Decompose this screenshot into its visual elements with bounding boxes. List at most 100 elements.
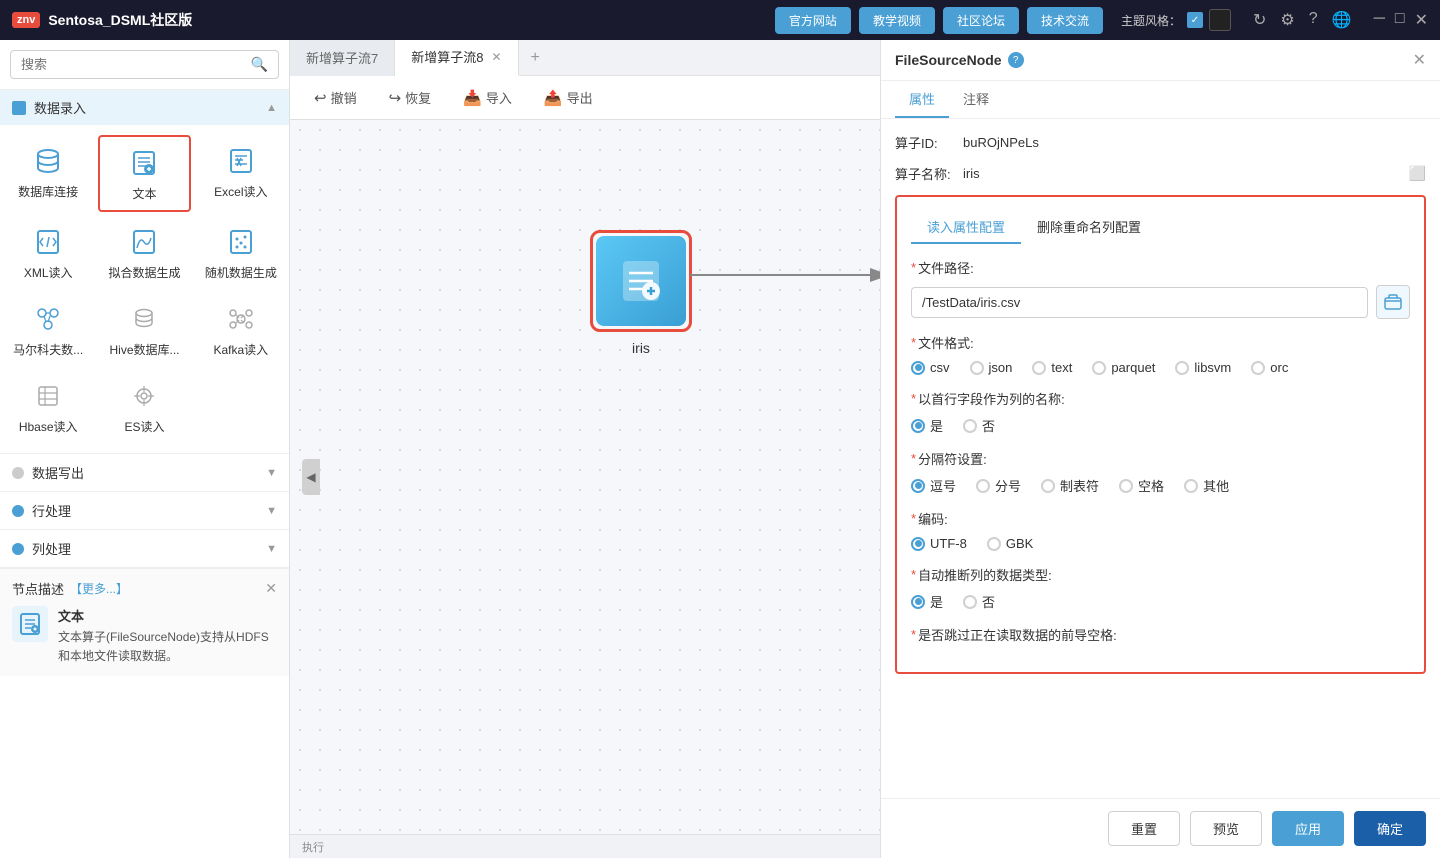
auto-infer-yes[interactable]: 是 <box>911 592 943 611</box>
node-es[interactable]: ES读入 <box>98 370 190 443</box>
node-kafka-icon <box>223 301 259 337</box>
theme-dark-option[interactable] <box>1209 9 1231 31</box>
node-text-label: 文本 <box>132 185 156 202</box>
sep-other-radio[interactable] <box>1184 479 1198 493</box>
sep-semicolon-radio[interactable] <box>976 479 990 493</box>
node-xml-read[interactable]: XML读入 <box>2 216 94 289</box>
enc-utf8-radio[interactable] <box>911 537 925 551</box>
auto-infer-no-radio[interactable] <box>963 595 977 609</box>
maximize-button[interactable]: □ <box>1395 10 1405 30</box>
format-parquet[interactable]: parquet <box>1092 360 1155 375</box>
file-path-label: * 文件路径: <box>911 258 1410 277</box>
preview-button[interactable]: 预览 <box>1190 811 1262 846</box>
category-data-output[interactable]: 数据写出 ▼ <box>0 454 289 492</box>
close-button[interactable]: ✕ <box>1415 10 1428 30</box>
first-row-no[interactable]: 否 <box>963 416 995 435</box>
undo-button[interactable]: ↩ 撤销 <box>306 84 365 111</box>
format-parquet-radio[interactable] <box>1092 361 1106 375</box>
theme-checkbox[interactable]: ✓ <box>1187 12 1203 28</box>
category-row-process[interactable]: 行处理 ▼ <box>0 492 289 530</box>
config-tab-rename-cols[interactable]: 删除重命名列配置 <box>1021 211 1157 244</box>
node-desc-more-link[interactable]: 【更多...】 <box>70 580 128 597</box>
format-text-radio[interactable] <box>1032 361 1046 375</box>
node-hbase[interactable]: Hbase读入 <box>2 370 94 443</box>
node-db-connect[interactable]: 数据库连接 <box>2 135 94 212</box>
node-kafka[interactable]: Kafka读入 <box>195 293 287 366</box>
panel-tab-notes[interactable]: 注释 <box>949 81 1003 118</box>
panel-tab-properties[interactable]: 属性 <box>895 81 949 118</box>
first-row-yes[interactable]: 是 <box>911 416 943 435</box>
enc-utf8-label: UTF-8 <box>930 536 967 551</box>
tab-2[interactable]: 新增算子流8 ✕ <box>395 40 518 76</box>
enc-gbk[interactable]: GBK <box>987 536 1033 551</box>
panel-header: FileSourceNode ? ✕ <box>881 40 1440 81</box>
file-path-input[interactable] <box>911 287 1368 318</box>
format-libsvm-radio[interactable] <box>1175 361 1189 375</box>
tab-1[interactable]: 新增算子流7 <box>290 40 395 76</box>
node-desc-close-icon[interactable]: ✕ <box>265 580 277 597</box>
tab-add-button[interactable]: + <box>519 40 552 76</box>
node-mixed-data[interactable]: 拟合数据生成 <box>98 216 190 289</box>
format-orc-radio[interactable] <box>1251 361 1265 375</box>
format-text[interactable]: text <box>1032 360 1072 375</box>
category-col-process[interactable]: 列处理 ▼ <box>0 530 289 568</box>
auto-infer-no[interactable]: 否 <box>963 592 995 611</box>
nav-official-site[interactable]: 官方网站 <box>775 7 851 34</box>
search-input[interactable] <box>21 57 245 72</box>
node-markov[interactable]: 马尔科夫数... <box>2 293 94 366</box>
node-text[interactable]: 文本 <box>98 135 190 212</box>
node-excel-read[interactable]: Excel读入 <box>195 135 287 212</box>
canvas-node-iris[interactable]: iris <box>590 230 692 356</box>
sep-space[interactable]: 空格 <box>1119 476 1164 495</box>
tab-2-close-icon[interactable]: ✕ <box>491 50 501 64</box>
node-random-data[interactable]: 随机数据生成 <box>195 216 287 289</box>
format-libsvm[interactable]: libsvm <box>1175 360 1231 375</box>
category-data-input-header[interactable]: 数据录入 ▲ <box>0 90 289 125</box>
auto-infer-yes-radio[interactable] <box>911 595 925 609</box>
minimize-button[interactable]: ─ <box>1374 10 1385 30</box>
format-csv[interactable]: csv <box>911 360 950 375</box>
enc-utf8[interactable]: UTF-8 <box>911 536 967 551</box>
reset-button[interactable]: 重置 <box>1108 811 1180 846</box>
format-orc[interactable]: orc <box>1251 360 1288 375</box>
skip-spaces-field: * 是否跳过正在读取数据的前导空格: <box>911 625 1410 644</box>
panel-expand-toggle[interactable]: ◀ <box>302 459 320 495</box>
config-tab-read-props[interactable]: 读入属性配置 <box>911 211 1021 244</box>
help-icon[interactable]: ? <box>1309 10 1318 30</box>
first-row-yes-radio[interactable] <box>911 419 925 433</box>
redo-button[interactable]: ↪ 恢复 <box>381 84 440 111</box>
refresh-icon[interactable]: ↻ <box>1253 10 1266 30</box>
file-format-label: * 文件格式: <box>911 333 1410 352</box>
format-json[interactable]: json <box>970 360 1013 375</box>
connection-icon[interactable]: ⚙ <box>1280 10 1294 30</box>
nav-tech-exchange[interactable]: 技术交流 <box>1027 7 1103 34</box>
nav-tutorial-video[interactable]: 教学视频 <box>859 7 935 34</box>
node-hive[interactable]: Hive数据库... <box>98 293 190 366</box>
format-csv-radio[interactable] <box>911 361 925 375</box>
sep-tab[interactable]: 制表符 <box>1041 476 1099 495</box>
first-row-no-radio[interactable] <box>963 419 977 433</box>
sep-comma-radio[interactable] <box>911 479 925 493</box>
separator-field: * 分隔符设置: 逗号 分号 <box>911 449 1410 495</box>
field-rename-icon[interactable]: ⬜ <box>1409 165 1426 182</box>
required-star: * <box>911 451 916 466</box>
export-button[interactable]: 📤 导出 <box>536 84 601 111</box>
confirm-button[interactable]: 确定 <box>1354 811 1426 846</box>
canvas-area[interactable]: iris <box>290 120 880 834</box>
import-button[interactable]: 📥 导入 <box>455 84 520 111</box>
canvas-background <box>290 120 880 834</box>
format-json-radio[interactable] <box>970 361 984 375</box>
enc-gbk-radio[interactable] <box>987 537 1001 551</box>
sep-other[interactable]: 其他 <box>1184 476 1229 495</box>
panel-close-icon[interactable]: ✕ <box>1413 50 1426 70</box>
sep-space-radio[interactable] <box>1119 479 1133 493</box>
sep-semicolon[interactable]: 分号 <box>976 476 1021 495</box>
file-browse-button[interactable] <box>1376 285 1410 319</box>
nav-community[interactable]: 社区论坛 <box>943 7 1019 34</box>
sep-tab-radio[interactable] <box>1041 479 1055 493</box>
language-icon[interactable]: 🌐 <box>1332 10 1352 30</box>
panel-help-icon[interactable]: ? <box>1008 52 1024 68</box>
apply-button[interactable]: 应用 <box>1272 811 1344 846</box>
toolbar: ↩ 撤销 ↪ 恢复 📥 导入 📤 导出 <box>290 76 880 120</box>
sep-comma[interactable]: 逗号 <box>911 476 956 495</box>
